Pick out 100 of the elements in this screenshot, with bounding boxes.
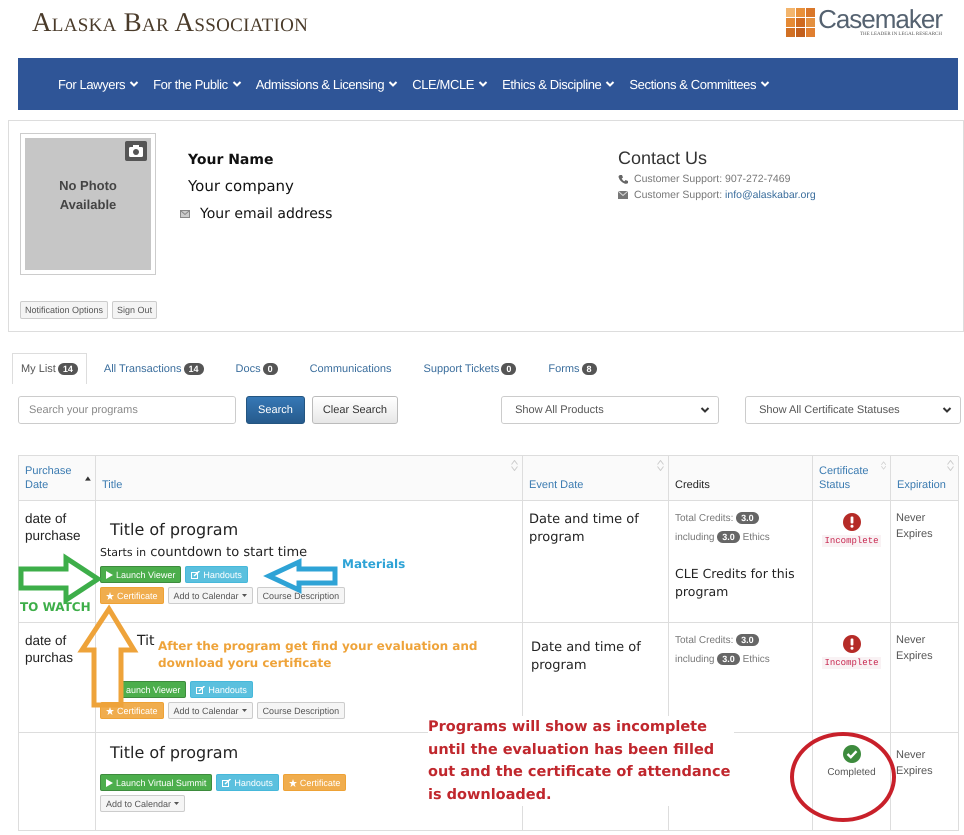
- sort-icon: [947, 460, 954, 471]
- no-photo-text: No Photo Available: [58, 177, 118, 214]
- column-header[interactable]: Title: [96, 456, 523, 501]
- alert-icon: [842, 513, 860, 531]
- credits-label: Ethics: [742, 654, 770, 665]
- credits-label: Total Credits:: [675, 635, 734, 646]
- star-icon: [106, 706, 114, 714]
- credits-badge: 3.0: [717, 653, 740, 665]
- chevron-icon: [478, 80, 488, 88]
- program-title: Title of program: [110, 743, 238, 762]
- edit-icon: [222, 778, 232, 786]
- status-label: Incomplete: [822, 535, 880, 547]
- search-button[interactable]: Search: [246, 396, 305, 424]
- star-icon: [288, 778, 297, 786]
- chevron-icon: [388, 80, 398, 88]
- countdown-text: Starts in countdown to start time: [100, 545, 308, 560]
- chevron-icon: [129, 80, 140, 88]
- user-email: Your email address: [200, 206, 332, 222]
- annotation-note: Programs will show as incomplete until the evaluation has been filled out and the certificate of attendance is downloaded.: [428, 716, 734, 806]
- credits-label: Ethics: [742, 532, 770, 543]
- count-badge: 14: [184, 363, 204, 375]
- credits-badge: 3.0: [717, 531, 740, 543]
- nav-menu-item[interactable]: Ethics & Discipline: [502, 76, 616, 92]
- chevron-icon: [760, 80, 770, 88]
- phone-icon: [618, 174, 628, 184]
- annotation-text: Materials: [342, 556, 406, 573]
- tab[interactable]: Forms 8: [539, 353, 606, 384]
- add-to-calendar-button[interactable]: Add to Calendar: [168, 587, 253, 604]
- tab[interactable]: Support Tickets 0: [414, 353, 526, 384]
- add-to-calendar-button[interactable]: Add to Calendar: [100, 795, 186, 812]
- star-icon: [106, 592, 114, 600]
- count-badge: 0: [501, 363, 516, 375]
- column-header[interactable]: Expiration: [891, 456, 959, 501]
- site-logo[interactable]: Alaska Bar Association: [32, 7, 308, 58]
- credits-badge: 3.0: [736, 634, 759, 646]
- credits-label: Total Credits:: [675, 513, 734, 524]
- purchase-date: date of purchas: [25, 633, 74, 665]
- clear-search-button[interactable]: Clear Search: [312, 396, 398, 424]
- column-header[interactable]: Certificate Status: [813, 456, 891, 501]
- tab[interactable]: My List 14: [12, 353, 87, 384]
- play-icon: [106, 778, 113, 786]
- credits-label: including: [675, 654, 714, 665]
- count-badge: 0: [262, 363, 278, 375]
- contact-line: Customer Support: 907-272-7469: [634, 173, 790, 185]
- program-title: Tit: [137, 633, 154, 649]
- sort-icon: [657, 460, 664, 471]
- alert-icon: [842, 635, 860, 653]
- user-company: Your company: [188, 177, 295, 195]
- sort-icon: [511, 460, 518, 471]
- count-badge: 14: [58, 363, 78, 375]
- annotation-text: After the program get find your evaluation and download yoru certificate: [158, 638, 478, 672]
- column-header[interactable]: Credits: [669, 456, 813, 501]
- caret-icon: [242, 709, 247, 712]
- nav-menu-item[interactable]: Sections & Committees: [629, 76, 770, 92]
- event-date: Date and time of program: [529, 512, 639, 545]
- envelope-icon: [618, 191, 628, 199]
- nav-menu-item[interactable]: Admissions & Licensing: [256, 76, 398, 92]
- caret-icon: [242, 594, 247, 597]
- add-to-calendar-button[interactable]: Add to Calendar: [168, 702, 253, 719]
- partner-logo-text[interactable]: Casemaker: [818, 6, 942, 32]
- nav-menu-item[interactable]: For Lawyers: [58, 76, 140, 92]
- status-label: Completed: [827, 767, 876, 778]
- tab[interactable]: Docs 0: [226, 353, 287, 384]
- status-label: Incomplete: [822, 657, 880, 669]
- sort-ascending-icon: [85, 476, 91, 481]
- filter-dropdown[interactable]: Show All Certificate Statuses: [745, 396, 962, 424]
- chevron-icon: [700, 406, 710, 414]
- chevron-icon: [605, 80, 616, 88]
- filter-dropdown[interactable]: Show All Products: [501, 396, 720, 424]
- edit-icon: [196, 686, 206, 694]
- count-badge: 8: [582, 363, 597, 375]
- chevron-icon: [232, 80, 242, 88]
- envelope-icon: [180, 210, 190, 218]
- contact-heading: Contact Us: [618, 148, 708, 169]
- contact-line: Customer Support: info@alaskabar.org: [634, 189, 816, 201]
- column-header[interactable]: Event Date: [523, 456, 669, 501]
- nav-menu-item[interactable]: For the Public: [153, 76, 242, 92]
- search-field[interactable]: Search your programs: [18, 396, 236, 424]
- course-description-button[interactable]: Course Description: [256, 702, 346, 719]
- course-description-button[interactable]: Course Description: [256, 587, 346, 604]
- credits-note: CLE Credits for this program: [675, 565, 796, 601]
- credits-label: including: [675, 532, 714, 543]
- column-header[interactable]: Purchase Date: [19, 456, 96, 501]
- expiration-text: Never Expires: [896, 512, 933, 540]
- annotation-text: TO WATCH: [20, 599, 91, 616]
- event-date: Date and time of program: [531, 640, 641, 673]
- expiration-text: Never Expires: [896, 749, 933, 777]
- expiration-text: Never Expires: [896, 634, 933, 662]
- nav-menu-item[interactable]: CLE/MCLE: [412, 76, 488, 92]
- camera-icon[interactable]: [125, 141, 147, 161]
- program-title: Title of program: [110, 520, 238, 539]
- profile-button[interactable]: Notification Options: [20, 301, 108, 319]
- tab[interactable]: All Transactions 14: [94, 353, 213, 384]
- tab[interactable]: Communications: [300, 353, 401, 384]
- purchase-date: date of purchase: [25, 511, 81, 543]
- profile-button[interactable]: Sign Out: [112, 301, 158, 319]
- credits-badge: 3.0: [736, 512, 759, 524]
- email-link[interactable]: info@alaskabar.org: [725, 189, 816, 201]
- user-name: Your Name: [188, 152, 274, 168]
- grid-logo-icon: [786, 8, 816, 37]
